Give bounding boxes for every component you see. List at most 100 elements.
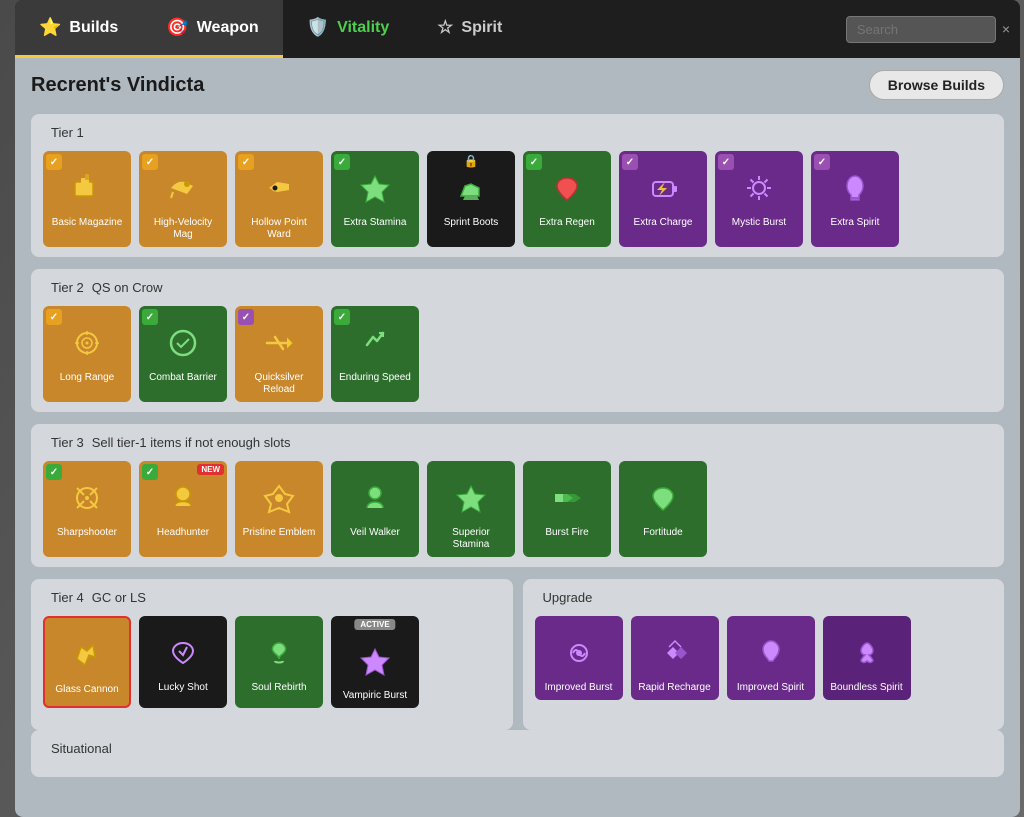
check-badge: ✓: [814, 154, 830, 170]
item-name: Long Range: [58, 372, 117, 386]
check-badge: ✓: [46, 464, 62, 480]
new-badge: NEW: [197, 464, 224, 475]
item-glass-cannon[interactable]: Glass Cannon: [43, 616, 131, 708]
tab-spirit[interactable]: ☆ Spirit: [413, 0, 526, 58]
item-name: High-Velocity Mag: [143, 217, 223, 243]
tab-weapon[interactable]: 🎯 Weapon: [142, 0, 282, 58]
situational-header: Situational: [43, 740, 992, 757]
check-badge: ✓: [622, 154, 638, 170]
item-icon: [57, 318, 117, 368]
check-badge: ✓: [46, 309, 62, 325]
item-extra-spirit[interactable]: ✓ Extra Spirit: [811, 151, 899, 247]
item-name: Fortitude: [641, 527, 684, 541]
tab-builds[interactable]: ⭐ Builds: [15, 0, 142, 58]
tab-spirit-label: Spirit: [461, 19, 502, 37]
item-extra-stamina[interactable]: ✓ Extra Stamina: [331, 151, 419, 247]
item-name: Lucky Shot: [156, 682, 209, 696]
search-input[interactable]: [846, 16, 996, 43]
item-icon: [729, 163, 789, 213]
item-icon: [549, 628, 609, 678]
tier3-section: Tier 3Sell tier-1 items if not enough sl…: [31, 424, 1004, 567]
item-name: Burst Fire: [543, 527, 590, 541]
item-name: Extra Regen: [537, 217, 597, 231]
item-rapid-recharge[interactable]: Rapid Recharge: [631, 616, 719, 700]
build-title: Recrent's Vindicta: [31, 74, 204, 97]
check-badge: ✓: [142, 309, 158, 325]
item-name: Sharpshooter: [55, 527, 119, 541]
tier4-upgrade-row: Tier 4GC or LS Glass Cannon: [31, 579, 1004, 730]
item-vampiric-burst[interactable]: ACTIVE Vampiric Burst: [331, 616, 419, 708]
item-icon: [249, 628, 309, 678]
item-combat-barrier[interactable]: ✓ Combat Barrier: [139, 306, 227, 402]
check-badge: ✓: [718, 154, 734, 170]
item-extra-regen[interactable]: ✓ Extra Regen: [523, 151, 611, 247]
item-long-range[interactable]: ✓ Long Range: [43, 306, 131, 402]
item-sharpshooter[interactable]: ✓ Sharpshooter: [43, 461, 131, 557]
tier4-header: Tier 4GC or LS: [43, 589, 501, 606]
check-badge: ✓: [334, 154, 350, 170]
item-name: Soul Rebirth: [249, 682, 308, 696]
item-improved-burst[interactable]: Improved Burst: [535, 616, 623, 700]
build-header: Recrent's Vindicta Browse Builds: [31, 70, 1004, 100]
item-icon: [249, 318, 309, 368]
item-name: Mystic Burst: [730, 217, 788, 231]
item-sprint-boots[interactable]: 🔒 Sprint Boots: [427, 151, 515, 247]
item-icon: [345, 473, 405, 523]
main-panel: ⭐ Builds 🎯 Weapon 🛡️ Vitality ☆ Spirit ×…: [15, 0, 1020, 817]
tier4-left: Tier 4GC or LS Glass Cannon: [31, 579, 513, 730]
tier1-items: ✓ Basic Magazine ✓ High-Velocity Mag: [43, 151, 992, 247]
item-enduring-speed[interactable]: ✓ Enduring Speed: [331, 306, 419, 402]
check-badge: ✓: [334, 309, 350, 325]
builds-star-icon: ⭐: [39, 17, 61, 38]
item-name: Sprint Boots: [442, 217, 500, 231]
tab-vitality[interactable]: 🛡️ Vitality: [283, 0, 414, 58]
item-icon: [249, 163, 309, 213]
item-icon: [153, 163, 213, 213]
nav-tabs: ⭐ Builds 🎯 Weapon 🛡️ Vitality ☆ Spirit ×: [15, 0, 1020, 58]
item-icon: [441, 473, 501, 523]
tier2-items: ✓ Long Range ✓ Combat Barrier ✓: [43, 306, 992, 402]
upgrade-header: Upgrade: [535, 589, 993, 606]
tier1-section: Tier 1 ✓ Basic Magazine ✓ High-: [31, 114, 1004, 257]
item-name: Combat Barrier: [147, 372, 219, 386]
item-boundless-spirit[interactable]: Boundless Spirit: [823, 616, 911, 700]
tier3-header: Tier 3Sell tier-1 items if not enough sl…: [43, 434, 992, 451]
item-soul-rebirth[interactable]: Soul Rebirth: [235, 616, 323, 708]
item-improved-spirit[interactable]: Improved Spirit: [727, 616, 815, 700]
item-name: Extra Stamina: [342, 217, 409, 231]
browse-builds-button[interactable]: Browse Builds: [869, 70, 1004, 100]
tab-weapon-label: Weapon: [197, 19, 259, 37]
item-name: Hollow Point Ward: [239, 217, 319, 243]
tier2-header: Tier 2QS on Crow: [43, 279, 992, 296]
item-headhunter[interactable]: ✓ NEW Headhunter: [139, 461, 227, 557]
item-veil-walker[interactable]: Veil Walker: [331, 461, 419, 557]
item-icon: [57, 630, 117, 680]
item-icon: [57, 473, 117, 523]
check-badge: ✓: [238, 309, 254, 325]
item-high-velocity-mag[interactable]: ✓ High-Velocity Mag: [139, 151, 227, 247]
item-pristine-emblem[interactable]: Pristine Emblem: [235, 461, 323, 557]
item-hollow-point-ward[interactable]: ✓ Hollow Point Ward: [235, 151, 323, 247]
item-basic-magazine[interactable]: ✓ Basic Magazine: [43, 151, 131, 247]
item-name: Vampiric Burst: [341, 690, 409, 704]
item-extra-charge[interactable]: ✓ Extra Charge: [619, 151, 707, 247]
vitality-icon: 🛡️: [307, 17, 329, 38]
item-burst-fire[interactable]: Burst Fire: [523, 461, 611, 557]
item-icon: [345, 163, 405, 213]
content-area: Recrent's Vindicta Browse Builds Tier 1 …: [15, 58, 1020, 817]
check-badge: ✓: [142, 154, 158, 170]
item-superior-stamina[interactable]: Superior Stamina: [427, 461, 515, 557]
item-fortitude[interactable]: Fortitude: [619, 461, 707, 557]
tier2-section: Tier 2QS on Crow ✓ Long Range ✓: [31, 269, 1004, 412]
search-close-icon[interactable]: ×: [1002, 21, 1010, 37]
item-quicksilver-reload[interactable]: ✓ Quicksilver Reload: [235, 306, 323, 402]
item-mystic-burst[interactable]: ✓ Mystic Burst: [715, 151, 803, 247]
spirit-icon: ☆: [437, 17, 453, 38]
check-badge: ✓: [46, 154, 62, 170]
item-name: Headhunter: [155, 527, 211, 541]
item-lucky-shot[interactable]: Lucky Shot: [139, 616, 227, 708]
item-icon: [441, 163, 501, 213]
upgrade-items: Improved Burst Rapid Recharge: [535, 616, 993, 700]
upgrade-section-wrapper: Upgrade Improved Burst: [523, 579, 1005, 730]
item-name: Improved Spirit: [735, 682, 806, 696]
